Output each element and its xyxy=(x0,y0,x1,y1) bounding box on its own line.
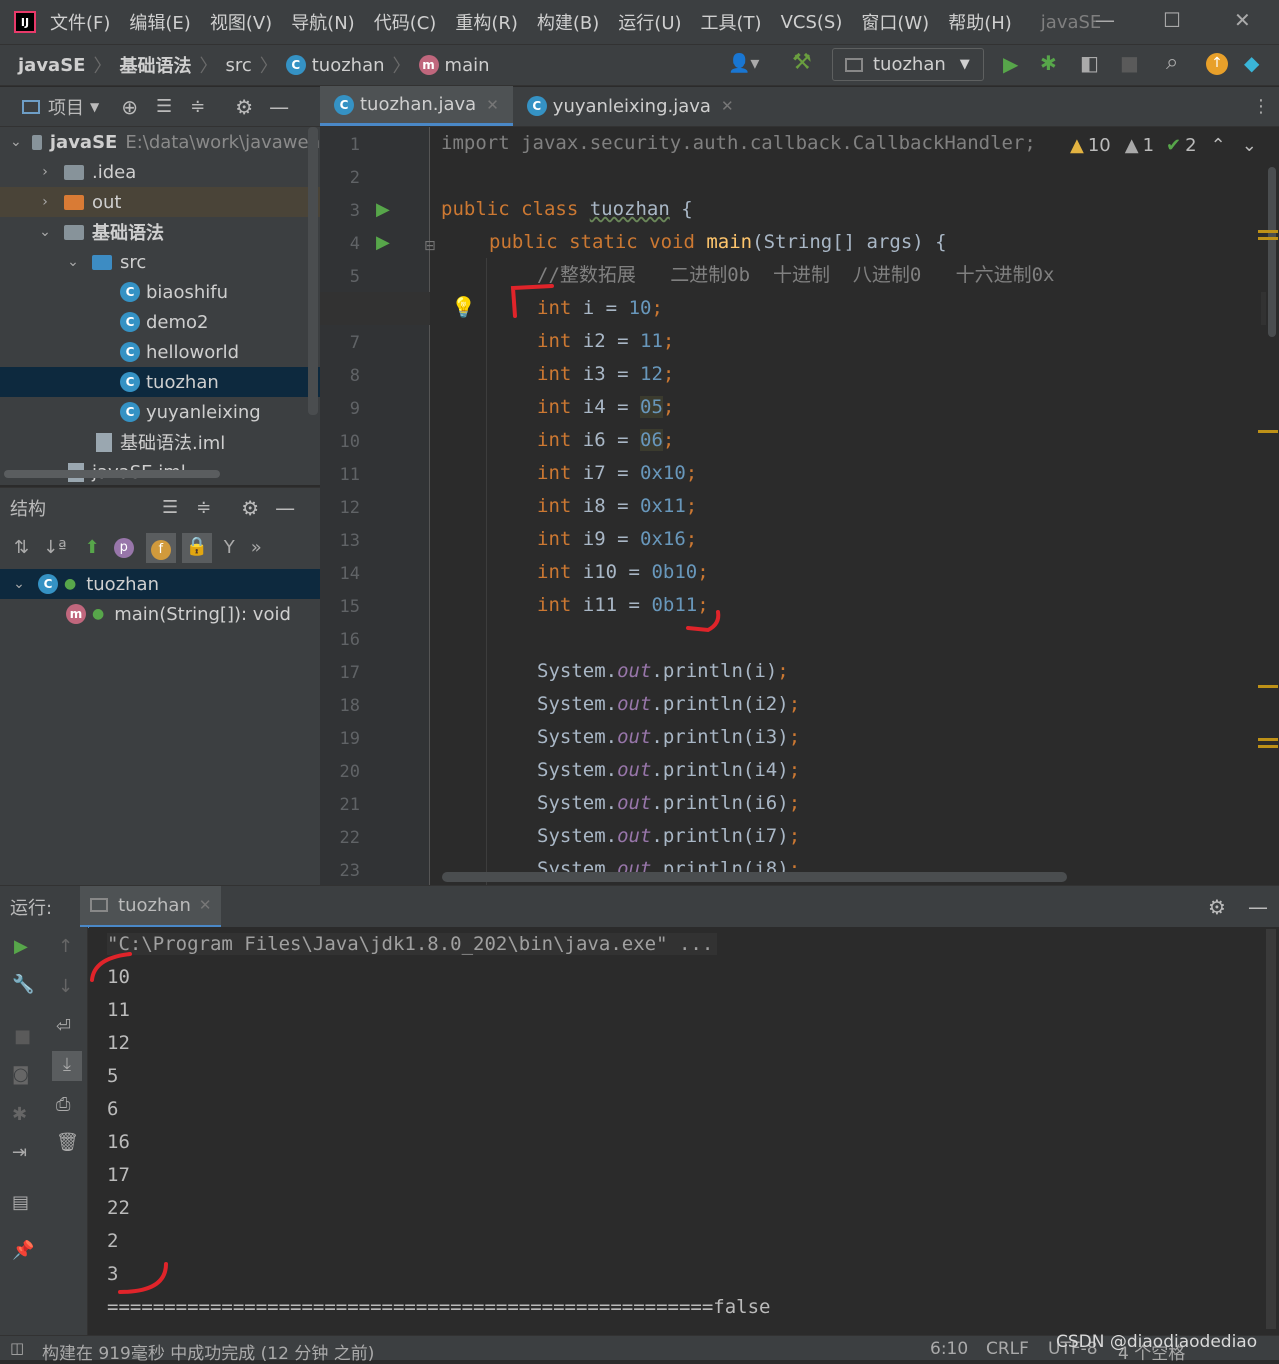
red-annotation-mark xyxy=(118,1262,168,1294)
red-annotation-mark xyxy=(686,610,721,633)
red-annotation-mark xyxy=(510,284,554,318)
annotation-overlay xyxy=(90,284,721,1294)
red-annotation-mark xyxy=(90,952,132,982)
